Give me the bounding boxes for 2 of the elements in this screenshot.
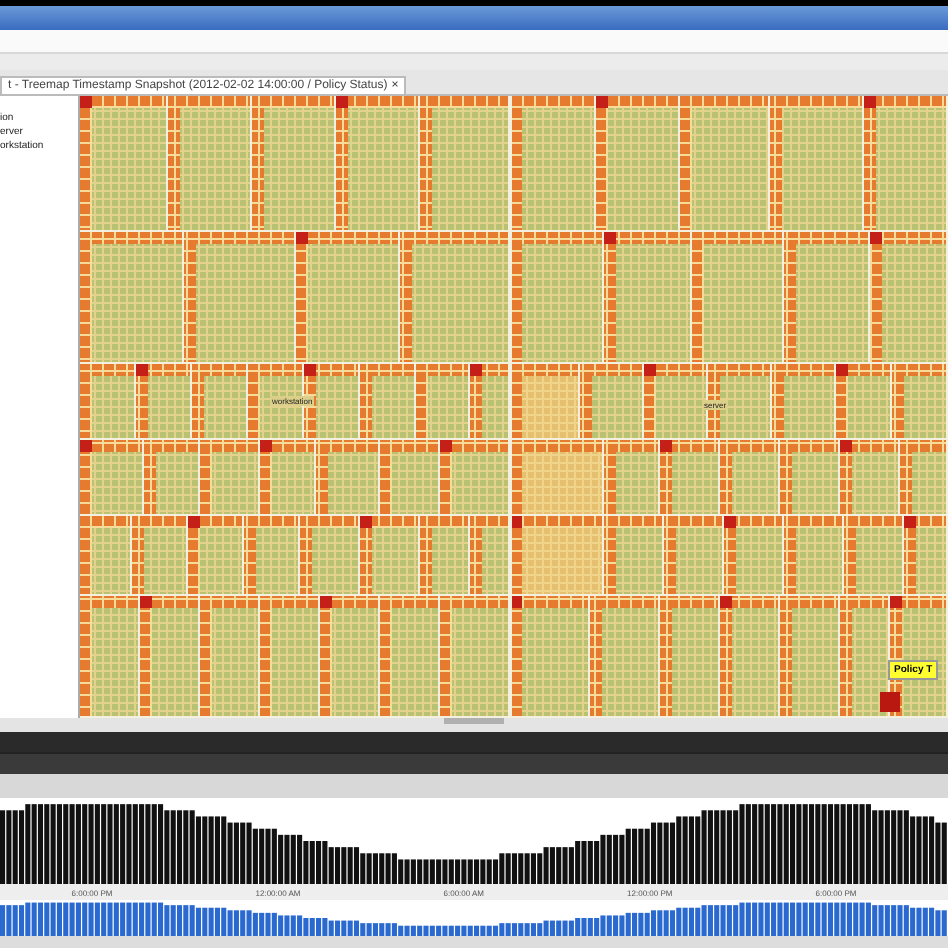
timeline-bar-chart[interactable] — [0, 900, 948, 936]
splitter-handle[interactable] — [444, 718, 504, 724]
